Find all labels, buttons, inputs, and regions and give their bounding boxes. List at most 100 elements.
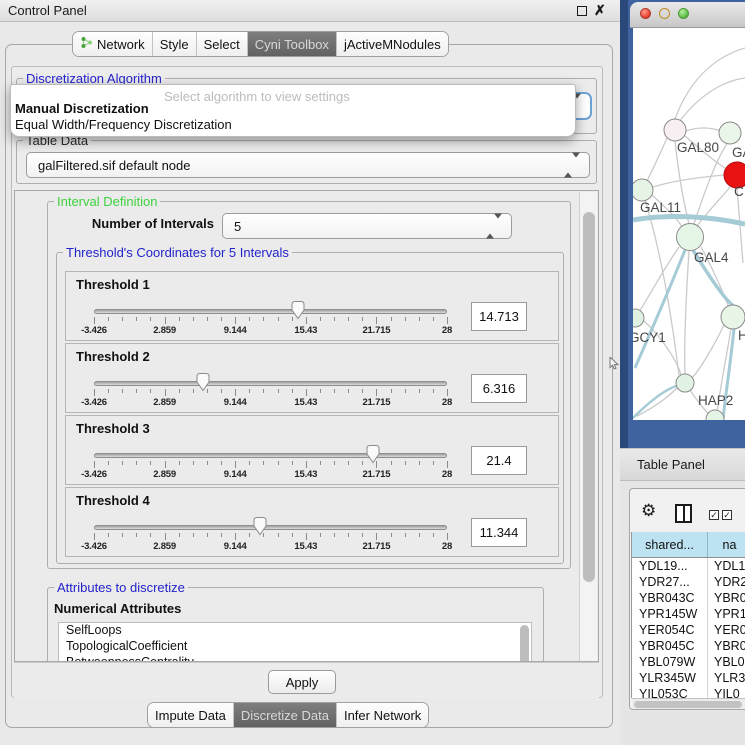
threshold-value-input[interactable]: 14.713 [471, 302, 527, 331]
slider-thumb[interactable] [290, 300, 306, 320]
slider-track[interactable] [94, 381, 447, 386]
column-header-shared-name[interactable]: shared... [632, 532, 708, 557]
gear-icon[interactable]: ⚙ [641, 501, 656, 521]
network-node-GAL11[interactable] [633, 179, 653, 201]
scrollbar-thumb[interactable] [583, 212, 595, 582]
tab-select[interactable]: Select [197, 32, 248, 56]
numerical-attributes-list[interactable]: SelfLoopsTopologicalCoefficientBetweenne… [58, 622, 532, 662]
network-edge[interactable] [675, 48, 745, 119]
algorithm-option[interactable]: Manual Discretization [15, 101, 149, 116]
checkbox-icon[interactable]: ✓ [722, 510, 732, 520]
cell-shared-name: YBR043C [632, 590, 708, 606]
tick-label: 21.715 [362, 325, 390, 336]
network-edge[interactable] [694, 144, 727, 224]
network-edge[interactable] [653, 175, 724, 187]
slider-tick [122, 461, 123, 465]
slider-tick [221, 389, 222, 393]
column-header-name[interactable]: na [708, 532, 745, 557]
tick-label: 2.859 [153, 397, 176, 408]
network-edge[interactable] [686, 128, 720, 131]
cell-shared-name: YER054C [632, 622, 708, 638]
network-node-GAL80[interactable] [664, 119, 686, 141]
network-edge[interactable] [692, 325, 724, 378]
network-node-node-right-mid[interactable] [721, 305, 745, 329]
network-node-GAL4[interactable] [677, 224, 704, 251]
table-row[interactable]: YDL19...YDL1 [632, 558, 745, 574]
apply-button[interactable]: Apply [268, 670, 336, 694]
horizontal-scrollbar[interactable] [632, 698, 745, 709]
close-icon[interactable]: ✗ [594, 2, 606, 19]
table-row[interactable]: YER054CYER0 [632, 622, 745, 638]
table-row[interactable]: YDR27...YDR2 [632, 574, 745, 590]
tab-infer-network[interactable]: Infer Network [337, 703, 428, 727]
network-graph: GAL80GACGAL11GAL4GCY1HHAP2 [633, 28, 745, 420]
slider-tick [391, 389, 392, 393]
threshold-value-input[interactable]: 11.344 [471, 518, 527, 547]
network-node-node-top-right[interactable] [719, 122, 741, 144]
cell-shared-name: YIL053C [632, 686, 708, 698]
vertical-scrollbar[interactable] [579, 192, 597, 662]
slider-tick [263, 389, 264, 393]
network-edge[interactable] [647, 138, 667, 181]
network-edge[interactable] [637, 388, 677, 416]
attribute-list-item[interactable]: BetweennessCentrality [59, 655, 531, 662]
tick-label: 9.144 [224, 325, 247, 336]
slider-tick [447, 533, 448, 540]
algorithm-option[interactable]: Equal Width/Frequency Discretization [15, 117, 232, 132]
checkbox-icon[interactable]: ✓ [709, 510, 719, 520]
slider-tick [348, 533, 349, 537]
tab-style[interactable]: Style [153, 32, 197, 56]
slider-tick [334, 533, 335, 537]
slider-track[interactable] [94, 525, 447, 530]
network-edge[interactable] [685, 251, 689, 374]
threshold-panel-4: Threshold 4-3.4262.8599.14415.4321.71528… [65, 487, 559, 557]
split-columns-icon[interactable] [675, 504, 692, 523]
slider-track[interactable] [94, 453, 447, 458]
table-row[interactable]: YBR045CYBR0 [632, 638, 745, 654]
minimize-traffic-light[interactable] [659, 8, 670, 19]
threshold-label: Threshold 1 [76, 277, 150, 292]
table-row[interactable]: YBL079WYBL0 [632, 654, 745, 670]
threshold-value-input[interactable]: 21.4 [471, 446, 527, 475]
tick-label: 28 [442, 397, 452, 408]
thresholds-group: Threshold's Coordinates for 5 Intervals … [56, 252, 564, 564]
attribute-list-item[interactable]: TopologicalCoefficient [59, 639, 531, 655]
table-row[interactable]: YLR345WYLR3 [632, 670, 745, 686]
table-row[interactable]: YIL053CYIL0 [632, 686, 745, 698]
table-row[interactable]: YPR145WYPR1 [632, 606, 745, 622]
slider-thumb[interactable] [195, 372, 211, 392]
algorithm-placeholder: Select algorithm to view settings [164, 89, 350, 104]
tab-jactivemnodules[interactable]: jActiveMNodules [337, 32, 448, 56]
list-scrollbar-thumb[interactable] [520, 625, 529, 662]
cell-shared-name: YLR345W [632, 670, 708, 686]
tab-cyni-toolbox[interactable]: Cyni Toolbox [248, 32, 337, 56]
close-traffic-light[interactable] [640, 8, 651, 19]
network-edge[interactable] [679, 78, 745, 122]
table-data-combobox[interactable]: galFiltered.sif default node [26, 152, 590, 178]
slider-tick [348, 389, 349, 393]
scrollbar-thumb[interactable] [634, 701, 742, 708]
network-view-canvas[interactable]: GAL80GACGAL11GAL4GCY1HHAP2 [633, 28, 745, 420]
slider-tick [108, 317, 109, 321]
attribute-list-item[interactable]: SelfLoops [59, 623, 531, 639]
float-window-icon[interactable] [577, 6, 587, 16]
network-edge[interactable] [635, 250, 685, 368]
slider-tick [94, 461, 95, 468]
network-edge[interactable] [633, 386, 676, 418]
network-edge[interactable] [645, 200, 679, 375]
tab-network[interactable]: Network [73, 32, 153, 56]
network-node-HAP2[interactable] [676, 374, 694, 392]
slider-track[interactable] [94, 309, 447, 314]
slider-thumb[interactable] [252, 516, 268, 536]
slider-tick [136, 461, 137, 465]
zoom-traffic-light[interactable] [678, 8, 689, 19]
slider-thumb[interactable] [365, 444, 381, 464]
network-node-node-bottom[interactable] [706, 410, 724, 420]
network-node-GCY1[interactable] [633, 309, 644, 327]
tab-impute-data[interactable]: Impute Data [148, 703, 234, 727]
threshold-value-input[interactable]: 6.316 [471, 374, 527, 403]
table-row[interactable]: YBR043CYBR0 [632, 590, 745, 606]
slider-tick [433, 389, 434, 393]
number-of-intervals-combobox[interactable]: 5 [222, 213, 512, 239]
tab-discretize-data[interactable]: Discretize Data [234, 703, 337, 727]
